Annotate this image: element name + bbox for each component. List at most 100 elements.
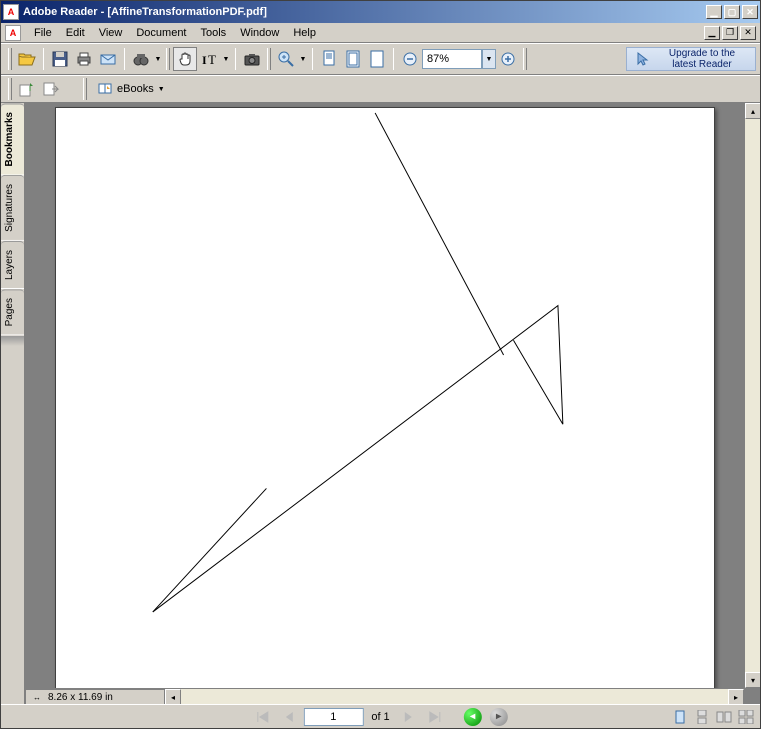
window-controls: ▁ ▢ ✕	[706, 5, 758, 19]
pdf-page	[55, 107, 715, 688]
ebooks-button[interactable]: eBooks ▼	[90, 78, 172, 100]
menu-help[interactable]: Help	[286, 25, 323, 41]
close-button[interactable]: ✕	[742, 5, 758, 19]
toolbar-main: ▼ IT ▼ ▼ 87% ▼	[1, 43, 760, 75]
actual-size-button[interactable]	[317, 47, 341, 71]
chevron-down-icon: ▼	[158, 86, 165, 93]
page-of-label: of 1	[367, 711, 393, 723]
first-page-button[interactable]	[251, 707, 273, 727]
zoom-value-dropdown[interactable]: ▼	[482, 49, 496, 69]
review-send-button[interactable]	[39, 77, 63, 101]
scroll-right-button[interactable]: ▸	[728, 689, 744, 704]
toolbar-grip[interactable]	[523, 48, 527, 70]
tab-bookmarks[interactable]: Bookmarks	[1, 103, 24, 175]
doc-icon: A	[5, 25, 21, 41]
prev-view-button[interactable]: ◂	[462, 707, 484, 727]
minimize-button[interactable]: ▁	[706, 5, 722, 19]
printer-icon	[76, 51, 92, 67]
svg-text:T: T	[208, 52, 216, 67]
zoom-in-plus-button[interactable]	[496, 47, 520, 71]
maximize-button[interactable]: ▢	[724, 5, 740, 19]
back-circle-icon: ◂	[464, 708, 482, 726]
page-fit-icon	[345, 50, 361, 68]
resize-grip-icon[interactable]: ↔	[30, 690, 44, 704]
next-page-button[interactable]	[398, 707, 420, 727]
scroll-left-button[interactable]: ◂	[165, 689, 181, 704]
save-button[interactable]	[48, 47, 72, 71]
prev-page-button[interactable]	[277, 707, 299, 727]
ebook-icon	[97, 81, 113, 97]
single-page-button[interactable]	[670, 708, 690, 726]
navigation-pane: Bookmarks Signatures Layers Pages	[1, 103, 25, 704]
tab-pages[interactable]: Pages	[1, 289, 24, 335]
svg-text:I: I	[202, 53, 207, 67]
select-dropdown[interactable]: ▼	[221, 47, 231, 71]
email-button[interactable]	[96, 47, 120, 71]
toolbar-grip[interactable]	[83, 78, 87, 100]
page-width-icon	[369, 50, 385, 68]
toolbar-grip[interactable]	[166, 48, 170, 70]
toolbar-grip[interactable]	[8, 48, 12, 70]
print-button[interactable]	[72, 47, 96, 71]
separator	[124, 48, 125, 70]
continuous-icon	[696, 710, 708, 724]
doc-minimize-button[interactable]: ▁	[704, 26, 720, 40]
page-up-icon	[18, 81, 36, 97]
main-area: Bookmarks Signatures Layers Pages ▴ ▾	[1, 103, 760, 704]
menubar: A File Edit View Document Tools Window H…	[1, 23, 760, 43]
last-page-icon	[428, 711, 442, 723]
search-dropdown[interactable]: ▼	[153, 47, 163, 71]
scroll-track-v[interactable]	[745, 119, 760, 672]
last-page-button[interactable]	[424, 707, 446, 727]
toolbar-grip[interactable]	[8, 78, 12, 100]
snapshot-button[interactable]	[240, 47, 264, 71]
search-button[interactable]	[129, 47, 153, 71]
continuous-button[interactable]	[692, 708, 712, 726]
toolbar-grip[interactable]	[267, 48, 271, 70]
scroll-down-button[interactable]: ▾	[745, 672, 760, 688]
hand-tool-button[interactable]	[173, 47, 197, 71]
vertical-scrollbar[interactable]: ▴ ▾	[744, 103, 760, 688]
upgrade-button[interactable]: Upgrade to the latest Reader	[626, 47, 756, 71]
page-number-field[interactable]: 1	[303, 708, 363, 726]
floppy-icon	[52, 51, 68, 67]
doc-restore-button[interactable]: ❐	[722, 26, 738, 40]
document-area: ▴ ▾ ↔ 8.26 x 11.69 in ◂ ▸	[25, 103, 760, 704]
tab-layers[interactable]: Layers	[1, 241, 24, 289]
zoom-out-button[interactable]	[398, 47, 422, 71]
menu-tools[interactable]: Tools	[194, 25, 234, 41]
title-doc: [AffineTransformationPDF.pdf]	[107, 6, 267, 18]
ebooks-label: eBooks	[117, 83, 154, 95]
page-actual-icon	[321, 50, 337, 68]
magnifier-plus-icon	[278, 51, 294, 67]
camera-icon	[244, 51, 260, 67]
review-comment-button[interactable]	[15, 77, 39, 101]
horizontal-scrollbar[interactable]: ↔ 8.26 x 11.69 in ◂ ▸	[25, 688, 744, 704]
forward-circle-icon: ▸	[490, 708, 508, 726]
upgrade-label: Upgrade to the latest Reader	[657, 48, 747, 70]
menu-window[interactable]: Window	[233, 25, 286, 41]
facing-button[interactable]	[714, 708, 734, 726]
zoom-dropdown[interactable]: ▼	[298, 47, 308, 71]
menu-edit[interactable]: Edit	[59, 25, 92, 41]
document-canvas[interactable]	[25, 103, 744, 688]
open-button[interactable]	[15, 47, 39, 71]
page-size-display: ↔ 8.26 x 11.69 in	[25, 689, 165, 704]
app-window: A Adobe Reader - [AffineTransformationPD…	[0, 0, 761, 729]
continuous-facing-button[interactable]	[736, 708, 756, 726]
menu-document[interactable]: Document	[129, 25, 193, 41]
folder-open-icon	[18, 51, 36, 67]
separator	[43, 48, 44, 70]
zoom-field[interactable]: 87%	[422, 49, 482, 69]
menu-view[interactable]: View	[92, 25, 130, 41]
scroll-track-h[interactable]	[181, 689, 728, 704]
doc-close-button[interactable]: ✕	[740, 26, 756, 40]
fit-width-button[interactable]	[365, 47, 389, 71]
next-view-button[interactable]: ▸	[488, 707, 510, 727]
menu-file[interactable]: File	[27, 25, 59, 41]
text-select-button[interactable]: IT	[197, 47, 221, 71]
tab-signatures[interactable]: Signatures	[1, 175, 24, 241]
zoom-in-button[interactable]	[274, 47, 298, 71]
scroll-up-button[interactable]: ▴	[745, 103, 760, 119]
fit-page-button[interactable]	[341, 47, 365, 71]
